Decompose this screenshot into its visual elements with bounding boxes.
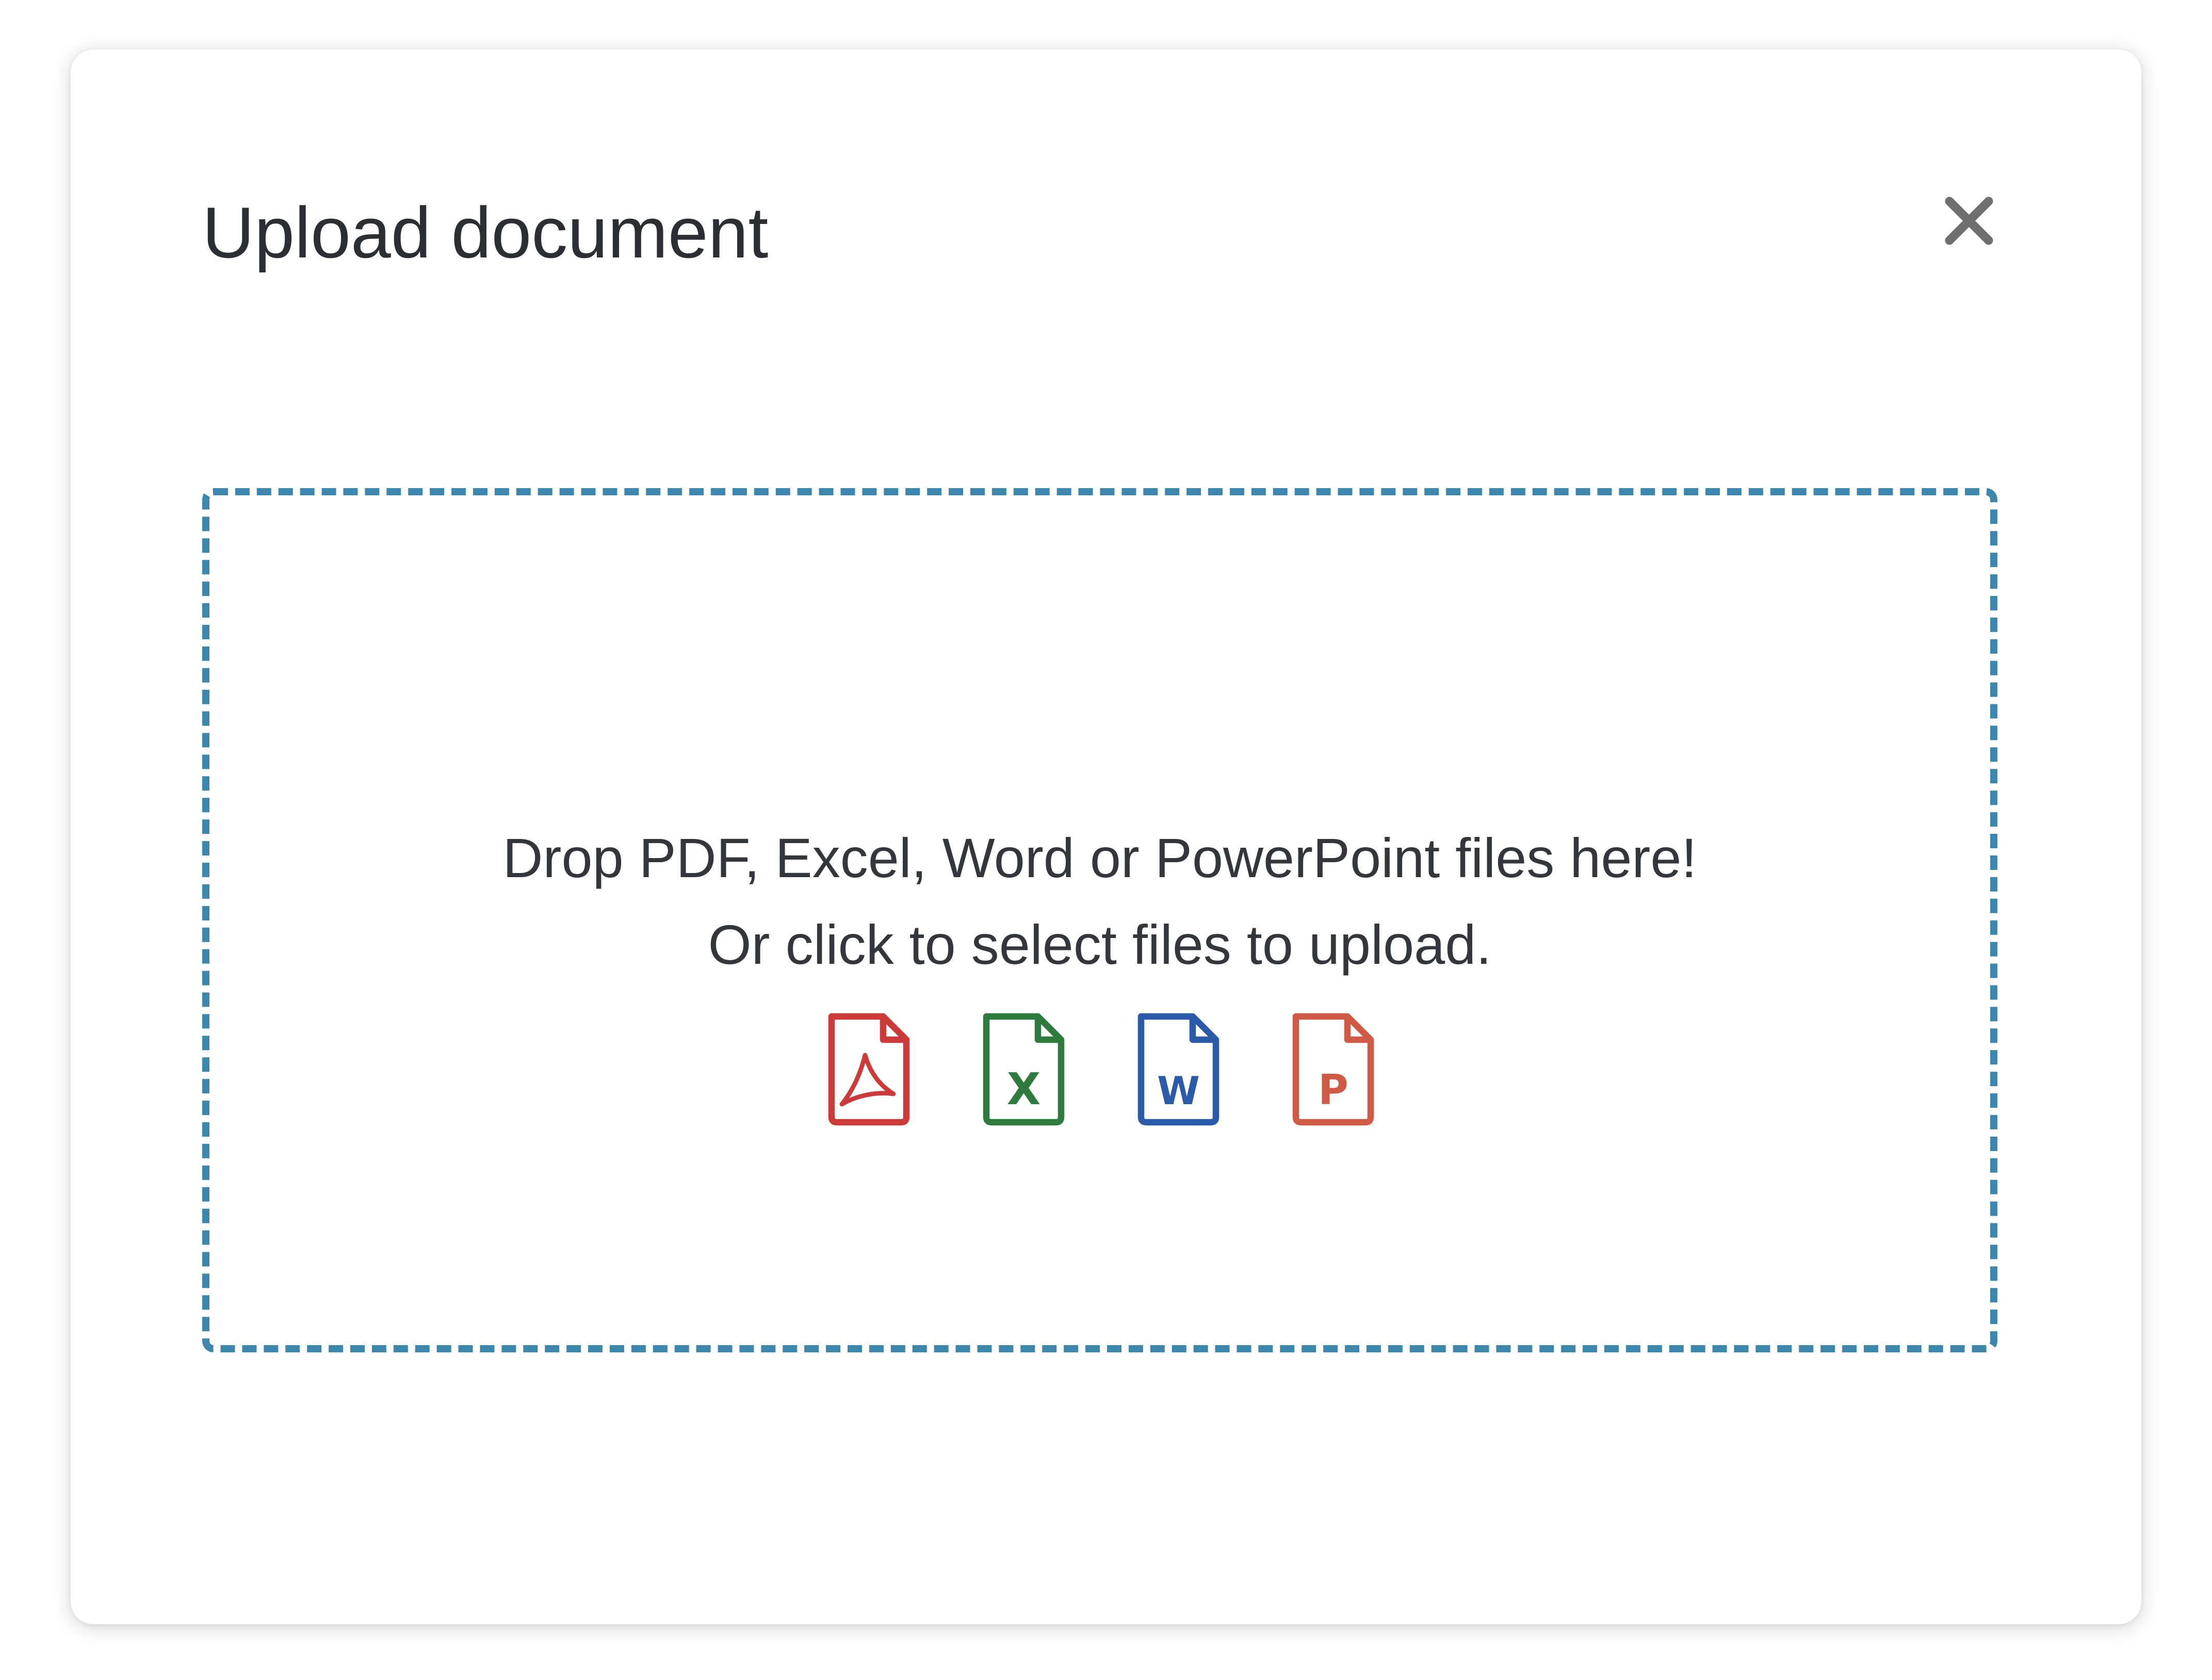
- dropzone-hint: Or click to select files to upload.: [708, 913, 1492, 976]
- word-file-icon: W: [1137, 1013, 1219, 1126]
- powerpoint-file-icon: P: [1292, 1013, 1374, 1126]
- close-icon: [1945, 197, 1993, 245]
- powerpoint-glyph: P: [1318, 1066, 1348, 1114]
- excel-glyph: X: [1007, 1064, 1041, 1115]
- dialog-title: Upload document: [202, 192, 769, 273]
- word-glyph: W: [1157, 1068, 1200, 1113]
- file-dropzone[interactable]: Drop PDF, Excel, Word or PowerPoint file…: [202, 488, 1997, 1352]
- upload-dialog: Upload document Drop PDF, Excel, Word or…: [71, 50, 2141, 1624]
- dropzone-instruction: Drop PDF, Excel, Word or PowerPoint file…: [502, 827, 1697, 889]
- file-type-icons: X W P: [209, 1011, 1990, 1127]
- close-button[interactable]: [1933, 185, 2005, 257]
- excel-file-icon: X: [983, 1013, 1065, 1126]
- pdf-file-icon: [828, 1013, 910, 1126]
